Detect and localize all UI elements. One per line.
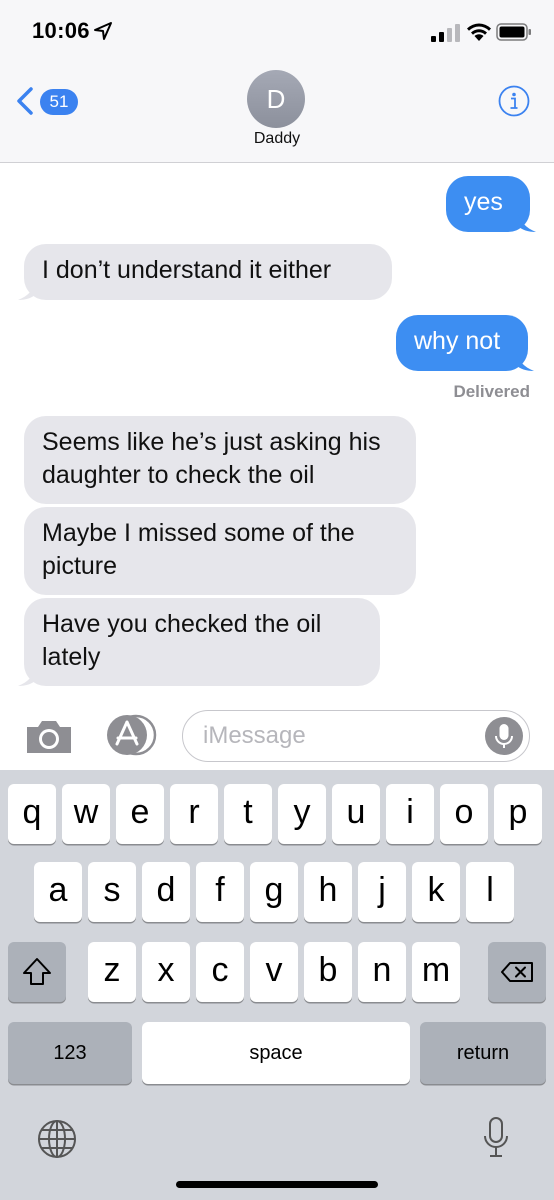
- wifi-icon: [467, 23, 491, 41]
- key-x[interactable]: x: [142, 942, 190, 1002]
- shift-key[interactable]: [8, 942, 66, 1002]
- message-input[interactable]: iMessage: [182, 710, 530, 762]
- key-e[interactable]: e: [116, 784, 164, 844]
- back-chevron-icon: [17, 87, 33, 115]
- message-list[interactable]: yes I don’t understand it either why not…: [0, 164, 554, 700]
- bubble-tail: [518, 212, 536, 232]
- microphone-icon: [495, 724, 513, 748]
- shift-icon: [23, 958, 51, 985]
- key-r[interactable]: r: [170, 784, 218, 844]
- dictation-mic-icon[interactable]: [476, 1114, 516, 1162]
- delete-key[interactable]: [488, 942, 546, 1002]
- key-w[interactable]: w: [62, 784, 110, 844]
- key-j[interactable]: j: [358, 862, 406, 922]
- delivery-status: Delivered: [453, 382, 530, 401]
- unread-count-badge: 51: [40, 89, 78, 115]
- key-a[interactable]: a: [34, 862, 82, 922]
- bubble-tail: [18, 280, 36, 300]
- composer-bar: iMessage: [0, 700, 554, 770]
- key-l[interactable]: l: [466, 862, 514, 922]
- status-time: 10:06: [32, 18, 90, 43]
- key-v[interactable]: v: [250, 942, 298, 1002]
- message-input-placeholder: iMessage: [203, 722, 306, 749]
- key-y[interactable]: y: [278, 784, 326, 844]
- key-o[interactable]: o: [440, 784, 488, 844]
- key-m[interactable]: m: [412, 942, 460, 1002]
- bubble-tail: [516, 351, 534, 371]
- info-icon[interactable]: [498, 85, 530, 117]
- numbers-key[interactable]: 123: [8, 1022, 132, 1084]
- signal-icon: [431, 24, 460, 42]
- app-store-icon[interactable]: [104, 714, 158, 756]
- conversation-header: 51 D Daddy: [0, 70, 554, 163]
- key-k[interactable]: k: [412, 862, 460, 922]
- globe-icon[interactable]: [36, 1118, 78, 1160]
- bubble-tail: [18, 666, 36, 686]
- message-bubble-incoming[interactable]: I don’t understand it either: [24, 244, 392, 300]
- message-bubble-incoming[interactable]: Seems like he’s just asking his daughter…: [24, 416, 416, 504]
- key-n[interactable]: n: [358, 942, 406, 1002]
- back-button[interactable]: 51: [14, 84, 84, 118]
- message-bubble-incoming[interactable]: Have you checked the oil lately: [24, 598, 380, 686]
- key-s[interactable]: s: [88, 862, 136, 922]
- contact-avatar[interactable]: D: [247, 70, 305, 128]
- key-g[interactable]: g: [250, 862, 298, 922]
- key-h[interactable]: h: [304, 862, 352, 922]
- delete-icon: [501, 962, 533, 982]
- battery-icon: [496, 23, 531, 41]
- key-z[interactable]: z: [88, 942, 136, 1002]
- key-p[interactable]: p: [494, 784, 542, 844]
- return-key[interactable]: return: [420, 1022, 546, 1084]
- key-q[interactable]: q: [8, 784, 56, 844]
- message-bubble-incoming[interactable]: Maybe I missed some of the picture: [24, 507, 416, 595]
- message-bubble-outgoing[interactable]: why not: [396, 315, 528, 371]
- microphone-button[interactable]: [485, 717, 523, 755]
- key-d[interactable]: d: [142, 862, 190, 922]
- home-indicator[interactable]: [176, 1181, 378, 1188]
- key-u[interactable]: u: [332, 784, 380, 844]
- status-bar: 10:06: [0, 0, 554, 70]
- contact-name[interactable]: Daddy: [0, 130, 554, 148]
- key-b[interactable]: b: [304, 942, 352, 1002]
- key-c[interactable]: c: [196, 942, 244, 1002]
- key-t[interactable]: t: [224, 784, 272, 844]
- space-key[interactable]: space: [142, 1022, 410, 1084]
- location-arrow-icon: [94, 22, 112, 40]
- key-i[interactable]: i: [386, 784, 434, 844]
- keyboard: q w e r t y u i o p a s d f g h j k l z …: [0, 770, 554, 1200]
- camera-icon[interactable]: [24, 716, 74, 756]
- key-f[interactable]: f: [196, 862, 244, 922]
